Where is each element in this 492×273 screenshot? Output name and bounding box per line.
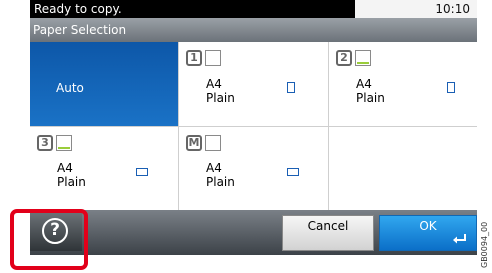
paper-type: Plain xyxy=(206,175,235,189)
help-highlight-frame xyxy=(10,209,88,270)
paper-size: A4 xyxy=(356,77,372,91)
side-code: GB0094_00 xyxy=(480,222,489,268)
option-tray3[interactable]: 3 A4 Plain xyxy=(30,127,178,210)
status-time: 10:10 xyxy=(435,2,470,16)
paper-type: Plain xyxy=(57,175,86,189)
paper-size: A4 xyxy=(57,161,73,175)
status-right: 10:10 xyxy=(355,0,477,18)
side-code-text: GB0094_00 xyxy=(480,222,489,268)
tray-2-icon: 2 xyxy=(336,50,352,66)
ok-label: OK xyxy=(419,219,437,233)
copier-screen: Ready to copy. 10:10 Paper Selection Aut… xyxy=(30,0,477,255)
page-title: Paper Selection xyxy=(33,23,127,37)
ok-button[interactable]: OK xyxy=(379,215,477,251)
paper-type: Plain xyxy=(206,91,235,105)
grid-divider xyxy=(30,126,477,127)
landscape-orientation-icon xyxy=(136,168,148,176)
paper-level-icon xyxy=(56,135,72,151)
paper-size: A4 xyxy=(206,161,222,175)
paper-options-grid: Auto 1 A4 Plain 2 A4 Plain 3 A4 Plain M … xyxy=(30,42,477,210)
option-tray1[interactable]: 1 A4 Plain xyxy=(179,42,328,126)
enter-icon xyxy=(453,234,466,244)
title-bar: Paper Selection xyxy=(30,18,477,42)
paper-size: A4 xyxy=(206,77,222,91)
portrait-orientation-icon xyxy=(447,82,455,93)
option-auto[interactable]: Auto xyxy=(30,42,178,126)
status-message: Ready to copy. xyxy=(34,2,122,16)
paper-type: Plain xyxy=(356,91,385,105)
cancel-button[interactable]: Cancel xyxy=(282,215,374,251)
tray-1-icon: 1 xyxy=(186,50,202,66)
status-bar: Ready to copy. 10:10 xyxy=(30,0,477,18)
option-auto-label: Auto xyxy=(56,81,84,95)
paper-level-icon xyxy=(355,50,371,66)
option-mp-tray[interactable]: M A4 Plain xyxy=(179,127,328,210)
tray-3-icon: 3 xyxy=(37,135,53,151)
portrait-orientation-icon xyxy=(287,82,295,93)
empty-cell xyxy=(329,127,477,210)
option-tray2[interactable]: 2 A4 Plain xyxy=(329,42,477,126)
cancel-label: Cancel xyxy=(307,219,349,233)
landscape-orientation-icon xyxy=(287,168,299,176)
paper-level-icon xyxy=(205,135,221,151)
mp-tray-icon: M xyxy=(186,135,202,151)
paper-level-icon xyxy=(205,50,221,66)
bottom-bar: ? Cancel OK xyxy=(30,210,477,255)
